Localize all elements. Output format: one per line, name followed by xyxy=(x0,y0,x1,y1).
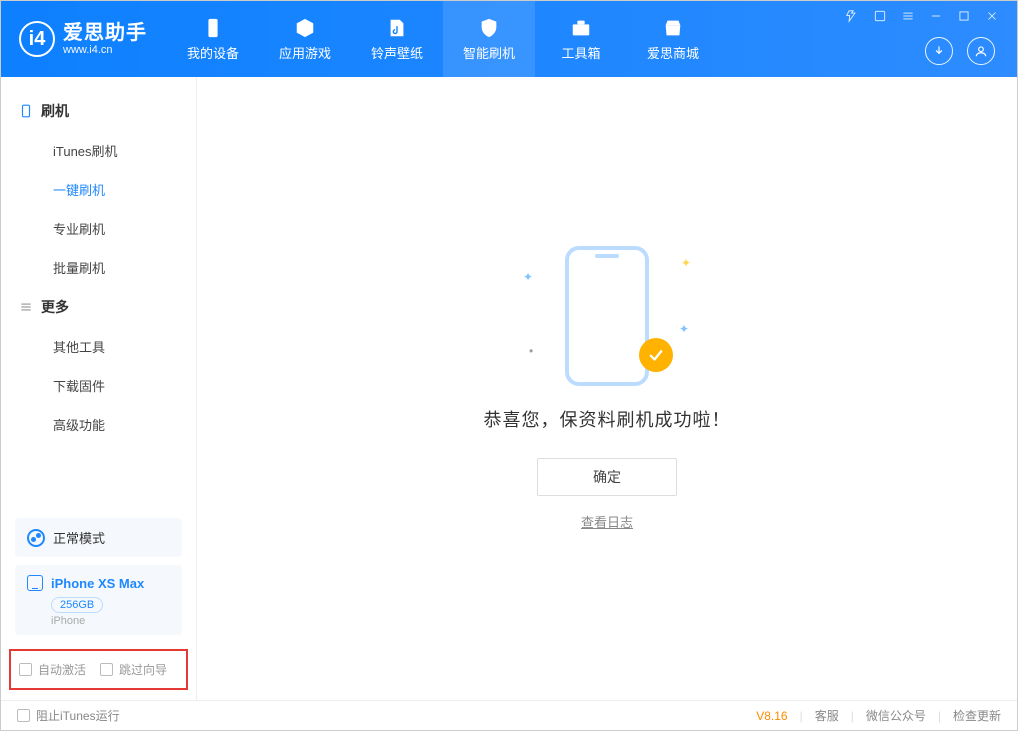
footer-link-support[interactable]: 客服 xyxy=(815,707,839,724)
app-body: 刷机 iTunes刷机 一键刷机 专业刷机 批量刷机 更多 其他工具 下载固件 … xyxy=(1,77,1017,700)
version-label: V8.16 xyxy=(756,709,787,723)
store-icon xyxy=(662,17,684,39)
checkbox-label: 自动激活 xyxy=(38,661,86,678)
device-icon xyxy=(202,17,224,39)
list-icon xyxy=(19,300,33,314)
footer-right: V8.16 | 客服 | 微信公众号 | 检查更新 xyxy=(756,707,1001,724)
checkbox-auto-activate[interactable]: 自动激活 xyxy=(19,661,86,678)
divider: | xyxy=(938,709,941,723)
device-mode-block[interactable]: 正常模式 xyxy=(15,518,182,557)
download-icon[interactable] xyxy=(925,37,953,65)
checkbox-label: 阻止iTunes运行 xyxy=(36,707,120,724)
nav-label: 应用游戏 xyxy=(279,43,331,62)
group-header-label: 更多 xyxy=(41,297,69,317)
skin-icon[interactable] xyxy=(871,7,889,25)
checkbox-box xyxy=(19,663,32,676)
device-capacity: 256GB xyxy=(51,597,103,613)
footer-link-wechat[interactable]: 微信公众号 xyxy=(866,707,926,724)
checkbox-label: 跳过向导 xyxy=(119,661,167,678)
logo-icon: i4 xyxy=(19,21,55,57)
nav-store[interactable]: 爱思商城 xyxy=(627,1,719,77)
phone-illustration-icon xyxy=(565,246,649,386)
nav-label: 工具箱 xyxy=(561,43,600,62)
app-header: i4 爱思助手 www.i4.cn 我的设备 应用游戏 铃声壁纸 智能刷机 工具… xyxy=(1,1,1017,77)
header-action-icons xyxy=(925,37,1001,71)
sidebar-item-batch-flash[interactable]: 批量刷机 xyxy=(1,248,196,287)
device-small-icon xyxy=(27,575,43,591)
nav-label: 我的设备 xyxy=(187,43,239,62)
logo-area: i4 爱思助手 www.i4.cn xyxy=(1,21,167,57)
ok-button[interactable]: 确定 xyxy=(537,458,677,496)
sidebar-item-advanced[interactable]: 高级功能 xyxy=(1,405,196,444)
phone-outline-icon xyxy=(19,104,33,118)
maximize-button[interactable] xyxy=(955,7,973,25)
sidebar-item-download-firmware[interactable]: 下载固件 xyxy=(1,366,196,405)
success-illustration: ✦ ✦ • ✦ xyxy=(547,246,667,386)
checkbox-box xyxy=(17,709,30,722)
sparkle-icon: ✦ xyxy=(679,322,689,336)
sidebar-item-pro-flash[interactable]: 专业刷机 xyxy=(1,209,196,248)
sidebar-item-itunes-flash[interactable]: iTunes刷机 xyxy=(1,131,196,170)
divider: | xyxy=(851,709,854,723)
sidebar-group-flash: 刷机 xyxy=(1,91,196,131)
sparkle-icon: ✦ xyxy=(681,256,691,270)
window-controls xyxy=(843,7,1001,25)
status-bar: 阻止iTunes运行 V8.16 | 客服 | 微信公众号 | 检查更新 xyxy=(1,700,1017,730)
nav-apps-games[interactable]: 应用游戏 xyxy=(259,1,351,77)
cube-icon xyxy=(294,17,316,39)
sidebar-group-more: 更多 xyxy=(1,287,196,327)
sparkle-icon: • xyxy=(529,344,533,358)
header-right xyxy=(837,1,1007,77)
app-title: 爱思助手 xyxy=(63,22,147,44)
nav-my-device[interactable]: 我的设备 xyxy=(167,1,259,77)
user-icon[interactable] xyxy=(967,37,995,65)
nav-label: 铃声壁纸 xyxy=(371,43,423,62)
main-content: ✦ ✦ • ✦ 恭喜您，保资料刷机成功啦！ 确定 查看日志 xyxy=(197,77,1017,700)
theme-icon[interactable] xyxy=(843,7,861,25)
toolbox-icon xyxy=(570,17,592,39)
view-log-link[interactable]: 查看日志 xyxy=(581,512,633,531)
checkbox-block-itunes[interactable]: 阻止iTunes运行 xyxy=(17,707,120,724)
nav-smart-flash[interactable]: 智能刷机 xyxy=(443,1,535,77)
sidebar: 刷机 iTunes刷机 一键刷机 专业刷机 批量刷机 更多 其他工具 下载固件 … xyxy=(1,77,197,700)
mode-icon xyxy=(27,529,45,547)
highlighted-checkbox-row: 自动激活 跳过向导 xyxy=(9,649,188,690)
nav-label: 智能刷机 xyxy=(463,43,515,62)
app-subtitle: www.i4.cn xyxy=(63,44,147,56)
sidebar-item-other-tools[interactable]: 其他工具 xyxy=(1,327,196,366)
nav-ringtone-wallpaper[interactable]: 铃声壁纸 xyxy=(351,1,443,77)
shield-refresh-icon xyxy=(478,17,500,39)
music-file-icon xyxy=(386,17,408,39)
sparkle-icon: ✦ xyxy=(523,270,533,284)
divider: | xyxy=(800,709,803,723)
checkmark-badge-icon xyxy=(639,338,673,372)
close-button[interactable] xyxy=(983,7,1001,25)
group-header-label: 刷机 xyxy=(41,101,69,121)
device-name: iPhone XS Max xyxy=(51,576,144,591)
nav-label: 爱思商城 xyxy=(647,43,699,62)
device-name-row: iPhone XS Max xyxy=(27,575,170,591)
success-message: 恭喜您，保资料刷机成功啦！ xyxy=(484,406,731,432)
main-nav: 我的设备 应用游戏 铃声壁纸 智能刷机 工具箱 爱思商城 xyxy=(167,1,719,77)
logo-texts: 爱思助手 www.i4.cn xyxy=(63,22,147,56)
checkbox-skip-guide[interactable]: 跳过向导 xyxy=(100,661,167,678)
device-type: iPhone xyxy=(51,615,170,627)
device-info-block[interactable]: iPhone XS Max 256GB iPhone xyxy=(15,565,182,635)
mode-label: 正常模式 xyxy=(53,528,105,547)
footer-link-update[interactable]: 检查更新 xyxy=(953,707,1001,724)
nav-toolbox[interactable]: 工具箱 xyxy=(535,1,627,77)
checkbox-box xyxy=(100,663,113,676)
minimize-button[interactable] xyxy=(927,7,945,25)
sidebar-item-oneclick-flash[interactable]: 一键刷机 xyxy=(1,170,196,209)
menu-icon[interactable] xyxy=(899,7,917,25)
